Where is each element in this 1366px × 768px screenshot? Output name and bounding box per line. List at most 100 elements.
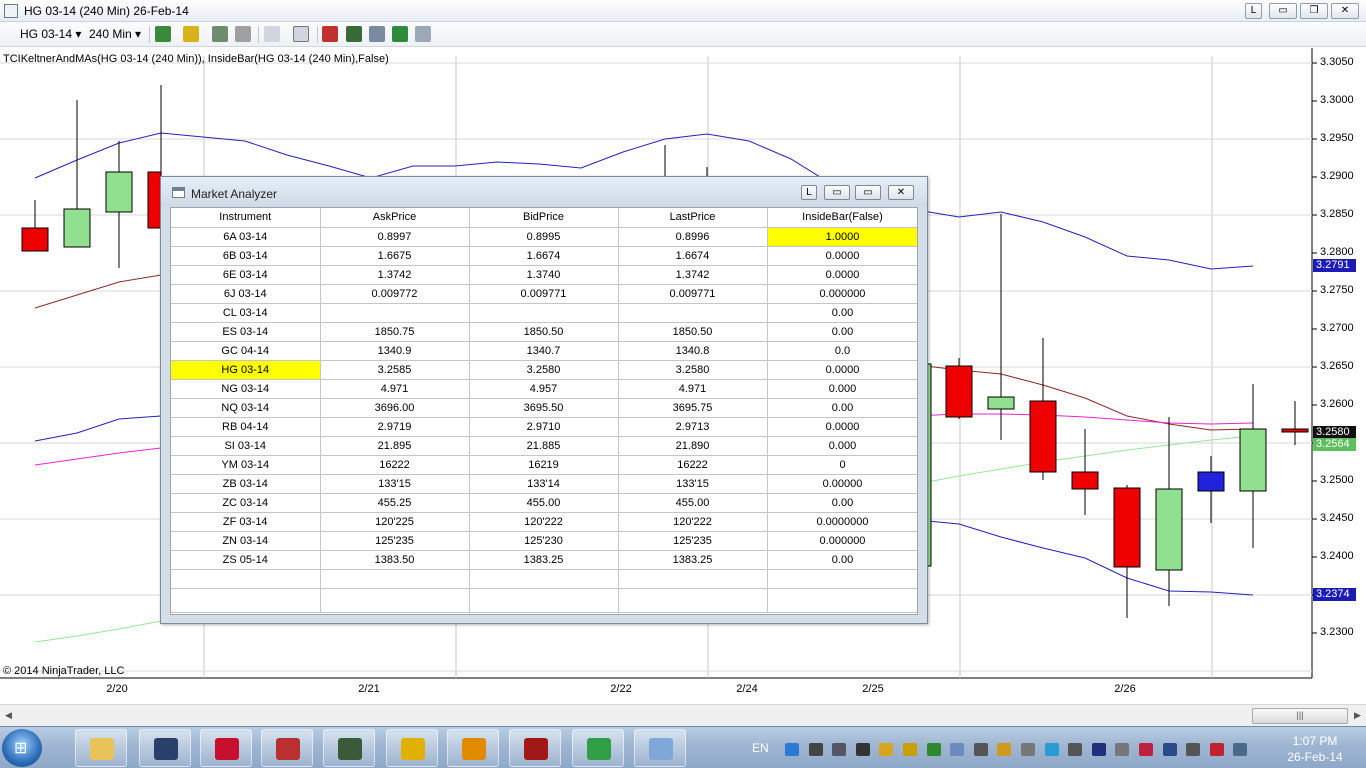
instrument-cell[interactable]: 6E 03-14 [171, 265, 321, 285]
value-cell[interactable]: 455.00 [469, 493, 619, 513]
value-cell[interactable]: 0 [767, 455, 917, 475]
tray-icon[interactable] [1186, 743, 1201, 756]
value-cell[interactable]: 0.0000 [767, 360, 917, 380]
value-cell[interactable] [320, 303, 470, 323]
cursor-icon[interactable] [264, 26, 280, 42]
value-cell[interactable]: 0.8995 [469, 227, 619, 247]
value-cell[interactable]: 3695.50 [469, 398, 619, 418]
value-cell[interactable]: 4.971 [320, 379, 470, 399]
terminal-taskbar-button[interactable] [323, 729, 375, 767]
column-header[interactable]: LastPrice [618, 208, 768, 228]
instrument-cell[interactable]: ES 03-14 [171, 322, 321, 342]
value-cell[interactable]: 0.8996 [618, 227, 768, 247]
chrome-taskbar-button[interactable] [572, 729, 624, 767]
value-cell[interactable]: 21.890 [618, 436, 768, 456]
value-cell[interactable] [618, 303, 768, 323]
tray-icon[interactable] [1115, 743, 1130, 756]
paint-taskbar-button[interactable] [634, 729, 686, 767]
value-cell[interactable]: 0.000000 [767, 284, 917, 304]
value-cell[interactable]: 4.957 [469, 379, 619, 399]
value-cell[interactable]: 1.3742 [320, 265, 470, 285]
value-cell[interactable]: 21.895 [320, 436, 470, 456]
value-cell[interactable]: 0.0 [767, 341, 917, 361]
outlook-taskbar-button[interactable] [447, 729, 499, 767]
grid-row[interactable]: HG 03-14 3.2585 3.2580 3.2580 0.0000 [171, 360, 917, 380]
tray-icon[interactable] [1162, 743, 1177, 756]
instrument-cell[interactable]: 6J 03-14 [171, 284, 321, 304]
value-cell[interactable]: 1.6674 [618, 246, 768, 266]
chart-trader-icon[interactable] [392, 26, 408, 42]
instrument-cell[interactable]: RB 04-14 [171, 417, 321, 437]
grid-row[interactable]: ZF 03-14 120'225 120'222 120'222 0.0000000 [171, 512, 917, 532]
acrobat-taskbar-button[interactable] [200, 729, 252, 767]
drawing-tools-icon[interactable] [183, 26, 199, 42]
grid-row[interactable]: GC 04-14 1340.9 1340.7 1340.8 0.0 [171, 341, 917, 361]
grid-row[interactable]: 6J 03-14 0.009772 0.009771 0.009771 0.000000 [171, 284, 917, 304]
chart-properties-icon[interactable] [369, 26, 385, 42]
tray-icon[interactable] [973, 743, 988, 756]
ninjatrader-taskbar-button[interactable] [139, 729, 191, 767]
value-cell[interactable]: 0.00 [767, 303, 917, 323]
value-cell[interactable]: 1383.25 [469, 550, 619, 570]
value-cell[interactable]: 455.00 [618, 493, 768, 513]
language-indicator[interactable]: EN [752, 741, 769, 755]
value-cell[interactable]: 2.9710 [469, 417, 619, 437]
column-header[interactable]: BidPrice [469, 208, 619, 228]
value-cell[interactable]: 16222 [320, 455, 470, 475]
instrument-cell[interactable]: NQ 03-14 [171, 398, 321, 418]
antivirus-taskbar-button[interactable] [509, 729, 561, 767]
instrument-cell[interactable]: 6A 03-14 [171, 227, 321, 247]
value-cell[interactable]: 3695.75 [618, 398, 768, 418]
value-cell[interactable]: 0.00000 [767, 474, 917, 494]
tray-icon[interactable] [832, 743, 847, 756]
value-cell[interactable]: 0.8997 [320, 227, 470, 247]
global-draw-icon[interactable] [235, 26, 251, 42]
value-cell[interactable]: 1.6675 [320, 246, 470, 266]
tray-icon[interactable] [1139, 743, 1153, 756]
value-cell[interactable]: 1340.7 [469, 341, 619, 361]
grid-row[interactable]: ES 03-14 1850.75 1850.50 1850.50 0.00 [171, 322, 917, 342]
value-cell[interactable]: 1383.25 [618, 550, 768, 570]
value-cell[interactable]: 125'230 [469, 531, 619, 551]
close-button[interactable]: ✕ [1331, 3, 1359, 19]
strategies-icon[interactable] [346, 26, 362, 42]
column-header[interactable]: AskPrice [320, 208, 470, 228]
instrument-cell[interactable]: CL 03-14 [171, 303, 321, 323]
explorer-taskbar-button[interactable] [75, 729, 127, 767]
instrument-cell[interactable]: GC 04-14 [171, 341, 321, 361]
value-cell[interactable]: 3.2580 [469, 360, 619, 380]
grid-row[interactable]: 6A 03-14 0.8997 0.8995 0.8996 1.0000 [171, 227, 917, 247]
market-analyzer-window[interactable]: Market Analyzer L ▭ ▭ ✕ Instrument AskPri… [160, 176, 928, 624]
value-cell[interactable]: 1850.50 [469, 322, 619, 342]
grid-row[interactable]: NQ 03-14 3696.00 3695.50 3695.75 0.00 [171, 398, 917, 418]
lock-button[interactable]: L [801, 185, 817, 200]
value-cell[interactable]: 0.009771 [469, 284, 619, 304]
tray-icon[interactable] [1091, 743, 1106, 756]
value-cell[interactable]: 0.00 [767, 398, 917, 418]
value-cell[interactable]: 455.25 [320, 493, 470, 513]
value-cell[interactable]: 0.00 [767, 550, 917, 570]
tray-icon[interactable] [808, 743, 823, 756]
value-cell[interactable]: 16222 [618, 455, 768, 475]
grid-row[interactable]: NG 03-14 4.971 4.957 4.971 0.000 [171, 379, 917, 399]
minimize-button[interactable]: ▭ [824, 185, 850, 200]
instrument-cell[interactable]: ZS 05-14 [171, 550, 321, 570]
maximize-button[interactable]: ▭ [855, 185, 881, 200]
value-cell[interactable] [469, 303, 619, 323]
instrument-cell[interactable]: 6B 03-14 [171, 246, 321, 266]
grid-row[interactable]: ZS 05-14 1383.50 1383.25 1383.25 0.00 [171, 550, 917, 570]
tray-icon[interactable] [1044, 743, 1059, 756]
value-cell[interactable]: 125'235 [320, 531, 470, 551]
value-cell[interactable]: 120'222 [469, 512, 619, 532]
value-cell[interactable]: 133'14 [469, 474, 619, 494]
minimize-button[interactable]: ▭ [1269, 3, 1297, 19]
restore-button[interactable]: ❐ [1300, 3, 1328, 19]
value-cell[interactable]: 120'225 [320, 512, 470, 532]
interval-selector[interactable]: 240 Min ▾ [89, 26, 141, 43]
snap-icon[interactable] [212, 26, 228, 42]
scrollbar-thumb[interactable]: ||| [1252, 708, 1348, 724]
value-cell[interactable]: 16219 [469, 455, 619, 475]
grid-row[interactable]: RB 04-14 2.9719 2.9710 2.9713 0.0000 [171, 417, 917, 437]
value-cell[interactable]: 0.00 [767, 322, 917, 342]
instrument-cell[interactable]: ZF 03-14 [171, 512, 321, 532]
